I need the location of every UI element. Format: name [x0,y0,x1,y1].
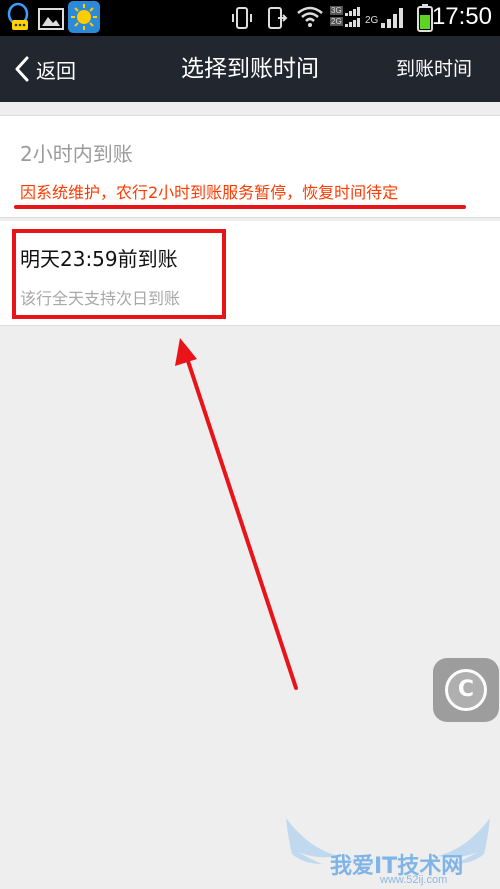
watermark-url: www.52ij.com [380,874,448,886]
floating-assistant-button[interactable]: C [433,658,499,722]
assistant-icon: C [445,669,487,711]
watermark: 我爱IT技术网 www.52ij.com [278,808,498,888]
annotation-arrow [175,338,298,690]
